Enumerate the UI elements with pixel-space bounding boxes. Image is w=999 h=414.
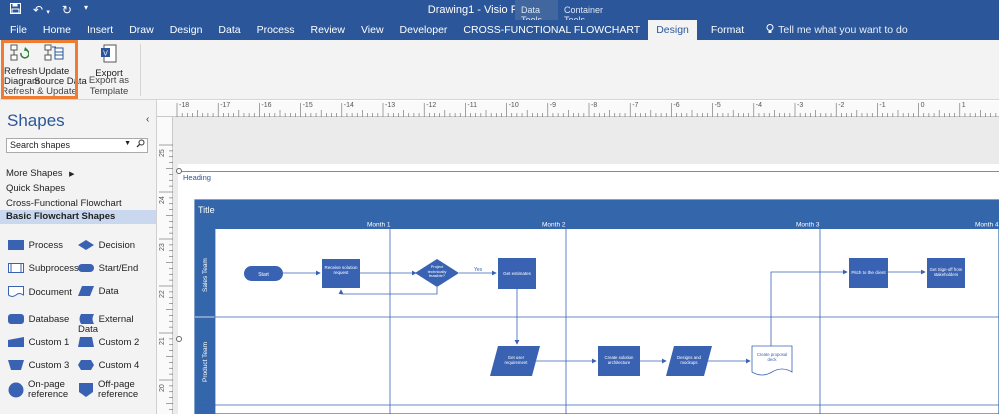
flowchart-frame[interactable] <box>194 199 999 414</box>
month-2-label[interactable]: Month 2 <box>542 222 566 229</box>
sign-off-label: Get Sign-off from stakeholders <box>929 267 963 277</box>
pitch-client-label: Pitch to the client <box>851 270 886 275</box>
decision-label: Project technically feasible? <box>427 265 447 279</box>
solution-architecture-label: Create solution architecture <box>604 355 634 365</box>
get-estimates-label: Get estimates <box>503 271 532 276</box>
title-bar-band[interactable] <box>195 200 999 219</box>
month-header-band <box>195 219 999 229</box>
month-4-label[interactable]: Month 4 <box>975 222 999 229</box>
lane-header-column <box>195 229 215 414</box>
user-requirement-label: Get user requirement <box>504 355 528 365</box>
yes-label: Yes <box>474 267 483 273</box>
cross-functional-flowchart: Title Month 1 Month 2 Month 3 Month 4 Sa… <box>194 199 999 414</box>
designs-mockups-label: Designs and mockups <box>677 355 701 365</box>
lane-label-sales[interactable]: Sales Team <box>202 258 209 292</box>
lane-label-product[interactable]: Product Team <box>202 342 209 382</box>
month-3-label[interactable]: Month 3 <box>796 222 820 229</box>
receive-request-label: Receive solution request <box>324 265 358 275</box>
start-label: Start <box>258 272 269 278</box>
flowchart-title[interactable]: Title <box>198 205 215 215</box>
proposal-deck-label: Create proposal deck <box>756 352 788 362</box>
month-1-label[interactable]: Month 1 <box>367 222 391 229</box>
